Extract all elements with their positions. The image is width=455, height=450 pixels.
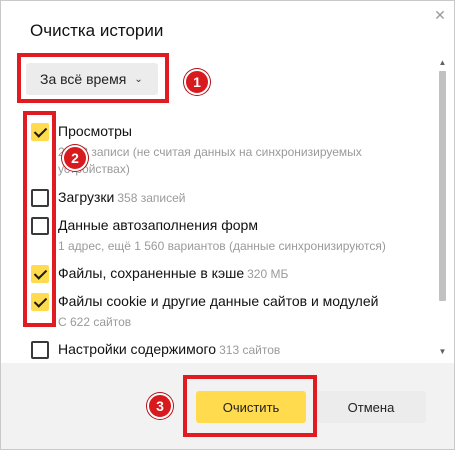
scrollbar[interactable]: ▲ ▼ xyxy=(437,57,448,357)
item-detail: 1 адрес, ещё 1 560 вариантов (данные син… xyxy=(58,239,386,253)
checkbox-cookies[interactable] xyxy=(31,293,49,311)
item-label: Загрузки 358 записей xyxy=(58,189,186,205)
close-icon[interactable]: ✕ xyxy=(430,5,450,25)
checkbox-content-settings[interactable] xyxy=(31,341,49,359)
checkbox-cache[interactable] xyxy=(31,265,49,283)
list-item-views: Просмотры 2 238 записи (не считая данных… xyxy=(31,123,431,183)
list-item-downloads: Загрузки 358 записей xyxy=(31,189,431,211)
period-select[interactable]: За всё время ⌄ xyxy=(26,63,158,95)
clear-history-dialog: Очистка истории ✕ За всё время ⌄ Просмот… xyxy=(0,0,455,450)
list-item-content-settings: Настройки содержимого 313 сайтов xyxy=(31,341,431,363)
item-count: 313 сайтов xyxy=(219,343,281,357)
item-label: Данные автозаполнения форм xyxy=(58,217,258,233)
item-count: 358 записей xyxy=(117,191,186,205)
item-label: Файлы cookie и другие данные сайтов и мо… xyxy=(58,293,379,309)
checkbox-autofill[interactable] xyxy=(31,217,49,235)
item-label: Настройки содержимого 313 сайтов xyxy=(58,341,281,357)
item-detail: 2 238 записи (не считая данных на синхро… xyxy=(58,145,362,176)
scrollbar-thumb[interactable] xyxy=(439,71,446,301)
item-label: Просмотры xyxy=(58,123,132,139)
annotation-badge-3: 3 xyxy=(147,393,173,419)
annotation-badge-1: 1 xyxy=(184,69,210,95)
item-detail: С 622 сайтов xyxy=(58,315,132,329)
list-item-cache: Файлы, сохраненные в кэше 320 МБ xyxy=(31,265,431,287)
period-select-value: За всё время xyxy=(40,71,127,87)
chevron-down-icon: ⌄ xyxy=(134,73,143,85)
list-item-cookies: Файлы cookie и другие данные сайтов и мо… xyxy=(31,293,431,333)
item-count: 320 МБ xyxy=(247,267,289,281)
cancel-button[interactable]: Отмена xyxy=(316,391,426,423)
item-label: Файлы, сохраненные в кэше 320 МБ xyxy=(58,265,289,281)
annotation-badge-2: 2 xyxy=(62,145,88,171)
scroll-down-arrow-icon[interactable]: ▼ xyxy=(437,346,448,357)
scroll-up-arrow-icon[interactable]: ▲ xyxy=(437,57,448,68)
clear-button[interactable]: Очистить xyxy=(196,391,306,423)
checkbox-downloads[interactable] xyxy=(31,189,49,207)
list-item-autofill: Данные автозаполнения форм 1 адрес, ещё … xyxy=(31,217,431,257)
dialog-title: Очистка истории xyxy=(30,21,164,40)
checkbox-views[interactable] xyxy=(31,123,49,141)
